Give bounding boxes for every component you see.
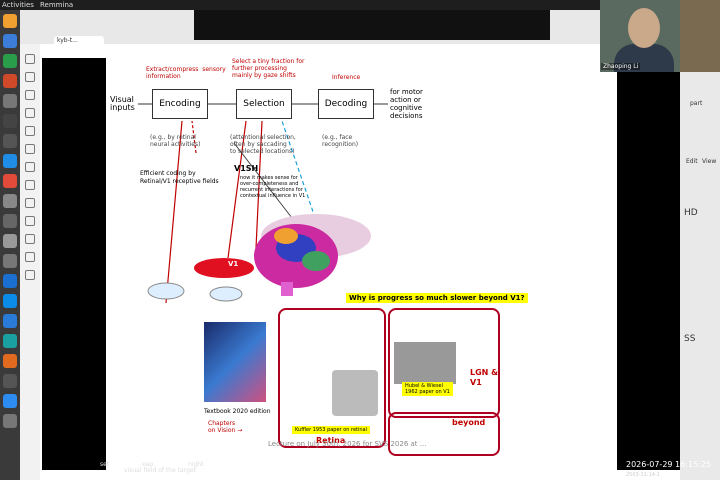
disconnect-icon[interactable] — [25, 216, 35, 226]
wrench-icon[interactable] — [3, 214, 17, 228]
decoding-example: (e.g., face recognition) — [322, 134, 359, 148]
datetime-sub: 2503-11:14-1 — [626, 472, 660, 478]
remmina-icon[interactable] — [3, 334, 17, 348]
v1sh-label: V1SH — [234, 164, 259, 173]
brain-illustration — [147, 214, 371, 302]
edit-menu[interactable]: Edit — [686, 158, 698, 165]
retina-chapter-toc — [286, 314, 380, 374]
viewer-toolbar — [20, 44, 40, 480]
speaker-name: Zhaoping Li — [601, 63, 641, 70]
settings-icon[interactable] — [3, 134, 17, 148]
chart-icon[interactable] — [3, 234, 17, 248]
firefox-icon[interactable] — [3, 354, 17, 368]
app-dock — [0, 10, 20, 480]
apps-grid-icon[interactable] — [3, 414, 17, 428]
tab-label: kyb-t... — [57, 37, 78, 44]
lgn-v1-label: LGN & V1 — [470, 368, 499, 387]
tool-icon[interactable] — [3, 94, 17, 108]
v1sh-note: now it makes sense for over-completeness… — [240, 175, 306, 199]
resize-icon[interactable] — [25, 108, 35, 118]
brain-area-orange — [274, 228, 298, 244]
panel-hd-label: HD — [684, 208, 698, 218]
footer-visual-field: visual field of the target — [124, 467, 196, 474]
kuffler-caption: Kuffler 1953 paper on retinal — [292, 426, 371, 434]
retina-right — [209, 286, 243, 302]
v1-area — [194, 258, 254, 278]
kuffler-photo — [332, 370, 378, 416]
home-icon[interactable] — [25, 54, 35, 64]
v1-label: V1 — [228, 260, 239, 268]
speaker-face — [628, 8, 660, 48]
slide-letterbox-left — [42, 58, 106, 470]
bookshelf-background — [680, 0, 720, 72]
grab-icon[interactable] — [25, 144, 35, 154]
spreadsheet-icon[interactable] — [3, 54, 17, 68]
browser-tab[interactable]: kyb-t... — [54, 36, 104, 46]
selection-description: Select a tiny fraction for further proce… — [232, 58, 305, 79]
textbook-cover — [204, 322, 266, 402]
lecture-caption: Lecture on July 30th, 2026 for SVS 2026 … — [268, 440, 427, 448]
gear-icon[interactable] — [3, 174, 17, 188]
clock-icon[interactable] — [3, 374, 17, 388]
panel-ss-label: SS — [684, 334, 696, 344]
activities-button[interactable]: Activities — [2, 1, 34, 9]
document-icon[interactable] — [3, 34, 17, 48]
scale-icon[interactable] — [25, 126, 35, 136]
zoom-app-icon[interactable] — [3, 394, 17, 408]
beyond-label: beyond — [452, 418, 486, 427]
menu-icon[interactable] — [25, 234, 35, 244]
panel-part-label: part — [690, 100, 703, 107]
datetime-overlay: 2026-07-29 16:15:25 — [626, 460, 711, 469]
brain-small-area — [281, 282, 293, 296]
efficient-coding-label: Efficient coding by Retinal/V1 receptive… — [140, 170, 219, 185]
footer-set: set — [100, 461, 110, 468]
files-icon[interactable] — [3, 14, 17, 28]
link-icon[interactable] — [25, 270, 35, 280]
minimize-icon[interactable] — [25, 198, 35, 208]
chevron-down-icon[interactable] — [25, 252, 35, 262]
webcam-preview: Zhaoping Li — [600, 0, 720, 72]
docs-icon[interactable] — [3, 314, 17, 328]
encoding-description: Extract/compress sensory information — [146, 66, 226, 80]
slack-icon[interactable] — [3, 194, 17, 208]
view-menu[interactable]: View — [702, 158, 716, 165]
why-progress-banner: Why is progress so much slower beyond V1… — [346, 293, 528, 303]
zoom-icon[interactable] — [3, 294, 17, 308]
pencil-icon[interactable] — [3, 254, 17, 268]
fullscreen-icon[interactable] — [25, 90, 35, 100]
slide-letterbox-right — [617, 58, 680, 470]
remote-side-panel: Edit View part HD SS — [680, 44, 720, 480]
hubel-caption: Hubel & Wiesel 1962 paper on V1 — [402, 382, 453, 396]
vscode-icon[interactable] — [3, 274, 17, 288]
screen-share-bar — [194, 10, 550, 40]
screenshot-icon[interactable] — [25, 180, 35, 190]
decoding-description: Inference — [332, 74, 361, 81]
hubel-wiesel-photo — [394, 342, 456, 384]
chrome-icon[interactable] — [3, 154, 17, 168]
terminal-icon[interactable] — [3, 114, 17, 128]
app-name[interactable]: Remmina — [40, 1, 73, 9]
fit-icon[interactable] — [25, 72, 35, 82]
brain-area-green — [302, 251, 330, 271]
textbook-label: Textbook 2020 edition — [204, 408, 271, 415]
presentation-icon[interactable] — [3, 74, 17, 88]
retina-left — [147, 282, 185, 300]
encoding-example: (e.g., by retinal neural activities) — [150, 134, 201, 148]
selection-example: (attentional selection, often by saccadi… — [230, 134, 296, 155]
keyboard-icon[interactable] — [25, 162, 35, 172]
chapters-label: Chapters on Vision → — [208, 420, 243, 434]
presentation-slide: Visual inputs Encoding Selection Decodin… — [106, 48, 617, 460]
